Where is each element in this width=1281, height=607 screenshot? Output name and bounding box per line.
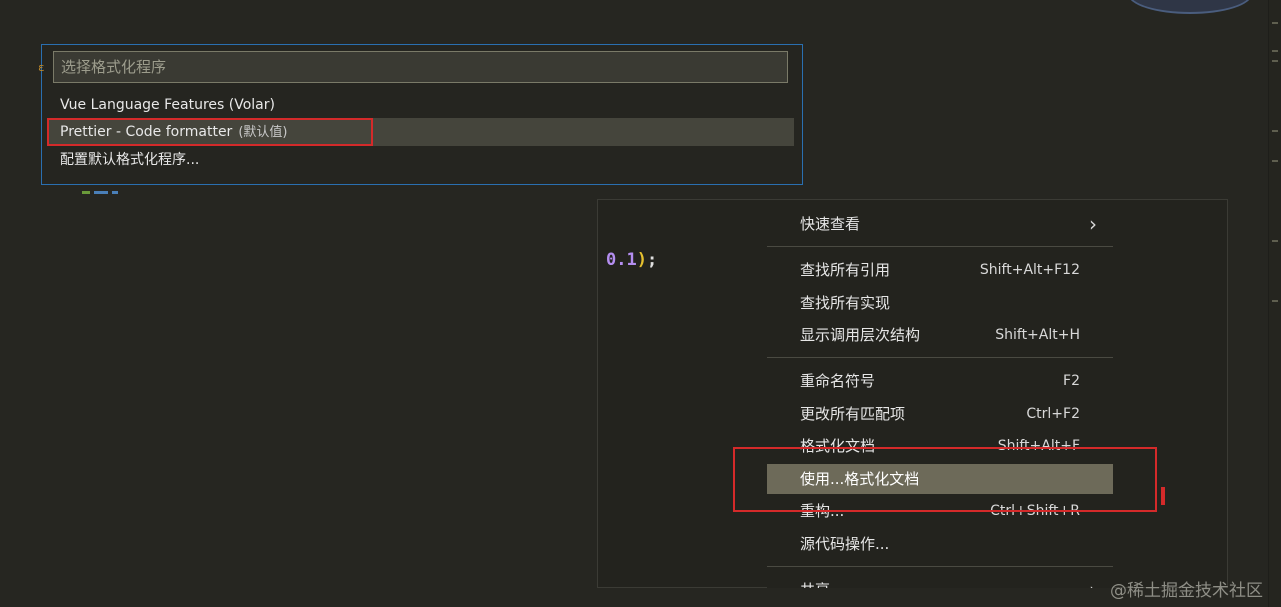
menu-item-label: 格式化文档 bbox=[800, 437, 876, 455]
minimap-mark bbox=[1272, 22, 1278, 24]
menu-item-label: 显示调用层次结构 bbox=[800, 326, 921, 344]
menu-item-label: 更改所有匹配项 bbox=[800, 405, 906, 423]
quick-pick-item-label: Prettier - Code formatter bbox=[60, 124, 233, 140]
code-line: 0.1); bbox=[606, 250, 657, 270]
menu-item-rename-symbol[interactable]: 重命名符号 F2 bbox=[767, 366, 1113, 396]
minimap-mark bbox=[1272, 130, 1278, 132]
menu-item-shortcut: Ctrl+Shift+R bbox=[990, 503, 1080, 519]
quick-pick-item-label: Vue Language Features (Volar) bbox=[60, 97, 275, 113]
menu-item-peek[interactable]: 快速查看 › bbox=[767, 209, 1113, 239]
menu-separator bbox=[767, 357, 1113, 358]
quick-pick-item-volar[interactable]: Vue Language Features (Volar) bbox=[48, 91, 794, 119]
menu-item-label: 快速查看 bbox=[800, 215, 861, 233]
editor-scrollbar[interactable] bbox=[1268, 0, 1281, 607]
underlying-code-fragment bbox=[82, 179, 152, 194]
menu-separator bbox=[767, 246, 1113, 247]
menu-item-label: 重命名符号 bbox=[800, 372, 876, 390]
minimap-mark bbox=[1272, 160, 1278, 162]
menu-item-label: 查找所有引用 bbox=[800, 261, 891, 279]
highlight-marker bbox=[1161, 487, 1165, 505]
menu-item-label: 查找所有实现 bbox=[800, 294, 891, 312]
quick-pick-item-detail: (默认值) bbox=[238, 125, 288, 140]
minimap-mark bbox=[1272, 50, 1278, 52]
formatter-search-input[interactable] bbox=[53, 51, 788, 83]
editor-context-menu: 快速查看 › 查找所有引用 Shift+Alt+F12 查找所有实现 显示调用层… bbox=[767, 200, 1113, 588]
quick-pick-item-label: 配置默认格式化程序... bbox=[60, 152, 200, 168]
menu-item-shortcut: Ctrl+F2 bbox=[1026, 406, 1080, 422]
code-token-semicolon: ; bbox=[646, 250, 658, 270]
menu-item-find-all-references[interactable]: 查找所有引用 Shift+Alt+F12 bbox=[767, 255, 1113, 285]
menu-item-shortcut: F2 bbox=[1063, 373, 1080, 389]
quick-pick-item-prettier[interactable]: Prettier - Code formatter (默认值) bbox=[48, 118, 794, 146]
formatter-quick-pick: ε Vue Language Features (Volar) Prettier… bbox=[38, 44, 803, 194]
menu-item-format-document-with[interactable]: 使用...格式化文档 bbox=[767, 464, 1113, 494]
menu-item-format-document[interactable]: 格式化文档 Shift+Alt+F bbox=[767, 431, 1113, 461]
menu-item-label: 重构... bbox=[800, 502, 845, 520]
menu-item-find-all-implementations[interactable]: 查找所有实现 bbox=[767, 288, 1113, 318]
menu-item-source-action[interactable]: 源代码操作... bbox=[767, 529, 1113, 559]
menu-separator bbox=[767, 566, 1113, 567]
minimap-mark bbox=[1272, 240, 1278, 242]
menu-item-share[interactable]: 共享 › bbox=[767, 575, 1113, 588]
menu-item-shortcut: Shift+Alt+F bbox=[997, 438, 1080, 454]
watermark: @稀土掘金技术社区 bbox=[1110, 581, 1263, 601]
minimap-mark bbox=[1272, 300, 1278, 302]
menu-item-shortcut: Shift+Alt+H bbox=[995, 327, 1080, 343]
avatar-partial bbox=[1128, 0, 1252, 14]
menu-item-label: 源代码操作... bbox=[800, 535, 890, 553]
code-token-number: 0.1 bbox=[606, 250, 637, 270]
menu-item-refactor[interactable]: 重构... Ctrl+Shift+R bbox=[767, 496, 1113, 526]
chevron-right-icon: › bbox=[1089, 212, 1097, 236]
editor-glyph: ε bbox=[38, 61, 45, 74]
minimap-mark bbox=[1272, 60, 1278, 62]
menu-item-label: 共享 bbox=[800, 575, 830, 588]
menu-item-label: 使用...格式化文档 bbox=[800, 470, 920, 488]
menu-item-shortcut: Shift+Alt+F12 bbox=[979, 262, 1080, 278]
menu-item-change-all-occurrences[interactable]: 更改所有匹配项 Ctrl+F2 bbox=[767, 399, 1113, 429]
menu-item-show-call-hierarchy[interactable]: 显示调用层次结构 Shift+Alt+H bbox=[767, 320, 1113, 350]
chevron-right-icon: › bbox=[1089, 575, 1097, 588]
quick-pick-item-configure-default[interactable]: 配置默认格式化程序... bbox=[48, 146, 794, 174]
code-token-paren: ) bbox=[636, 250, 647, 270]
